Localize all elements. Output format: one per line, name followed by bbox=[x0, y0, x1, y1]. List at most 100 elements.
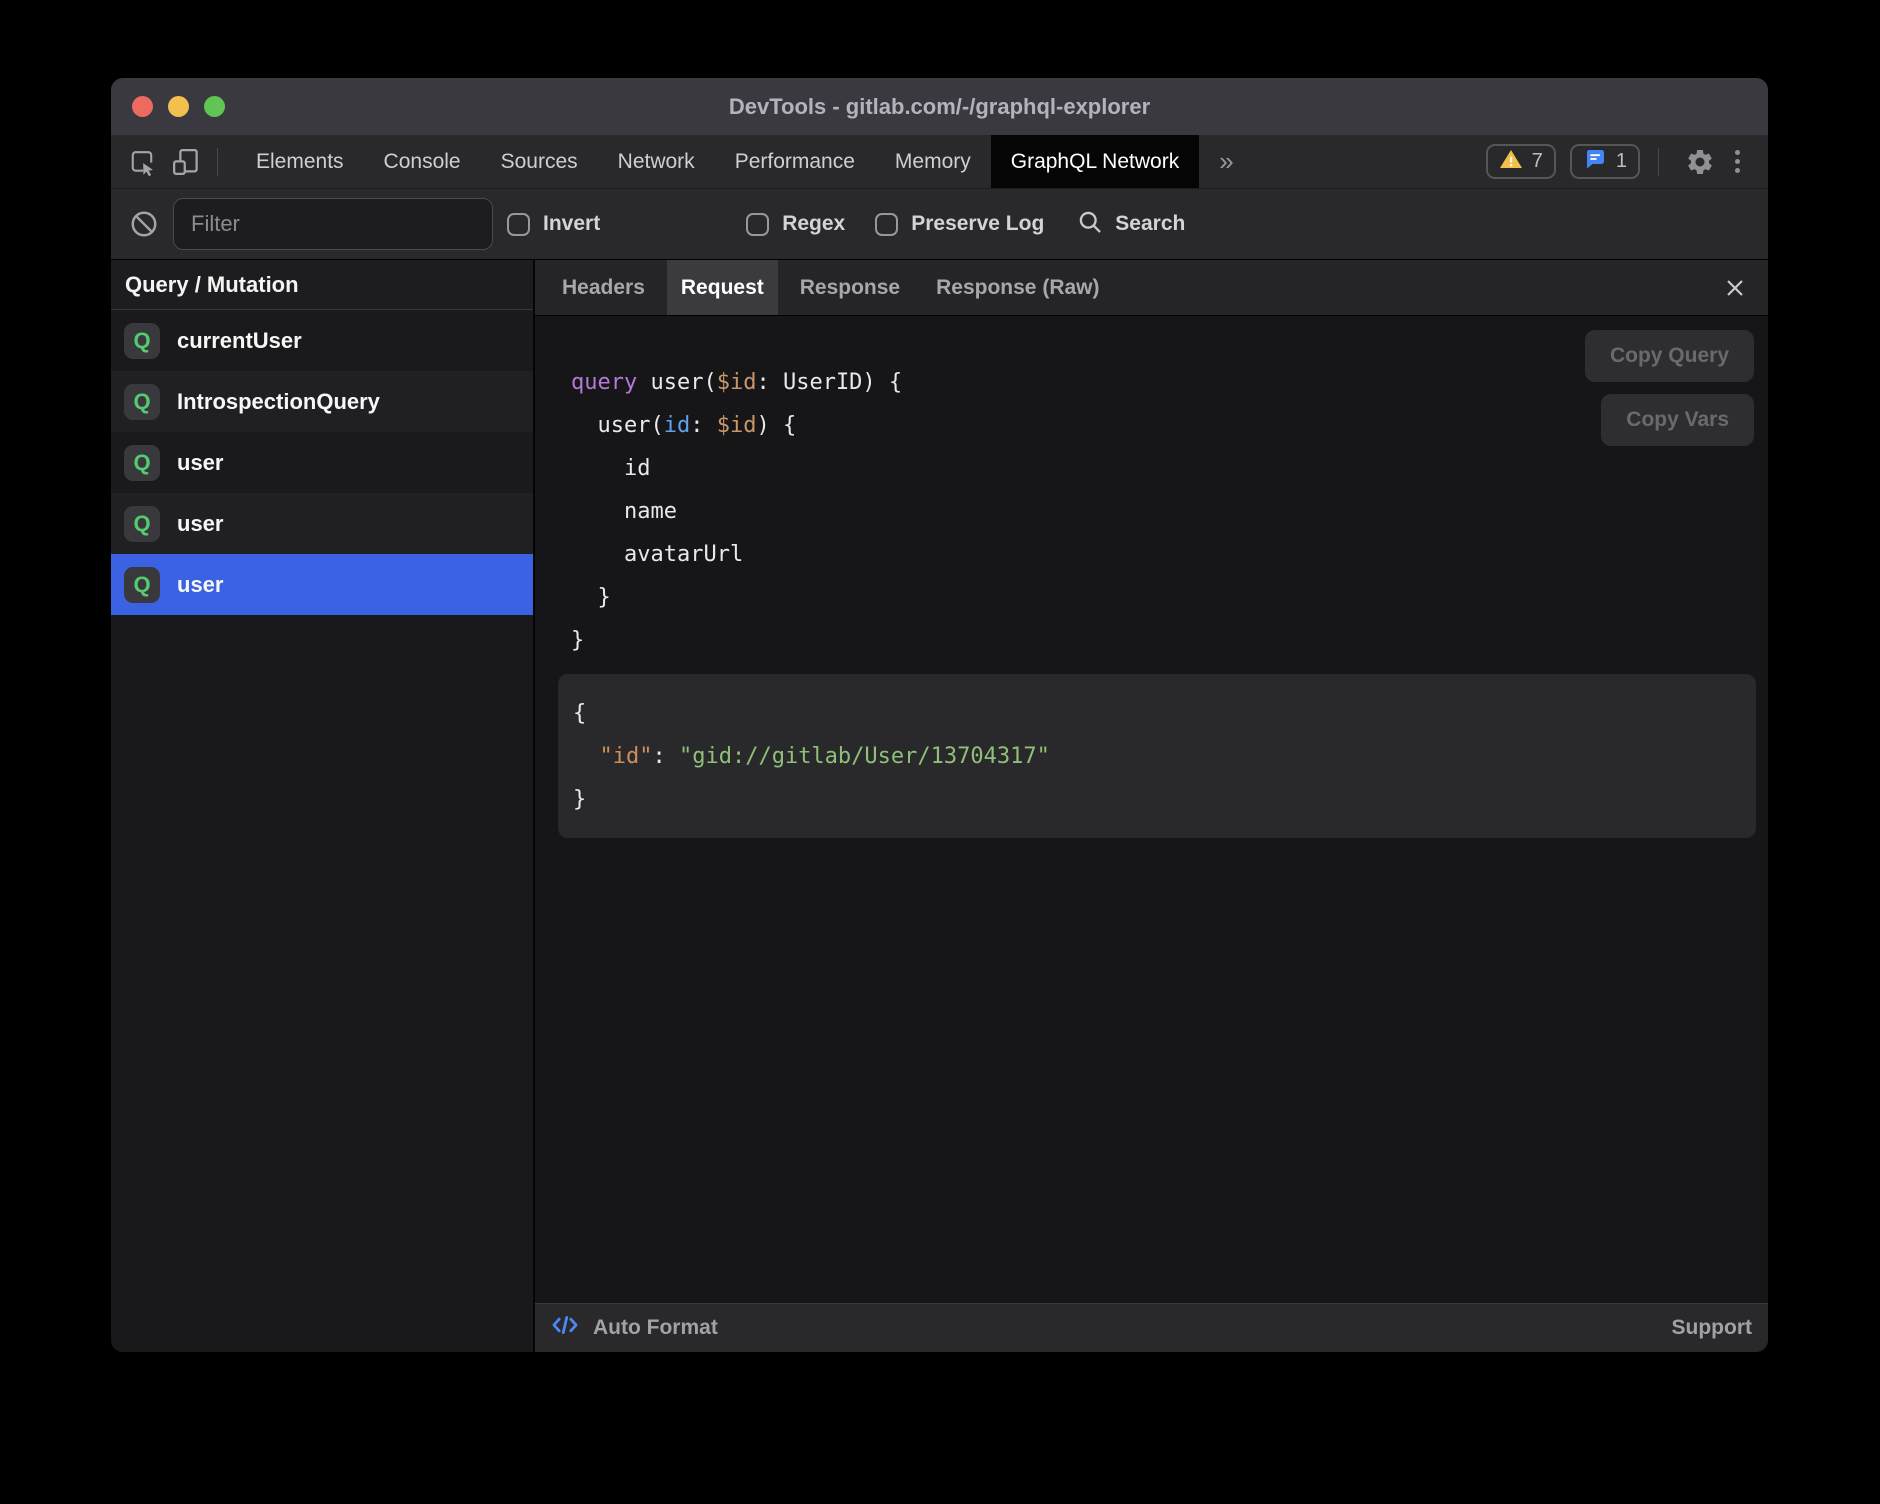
toolbar-tab-console[interactable]: Console bbox=[364, 135, 481, 188]
devtools-window: DevTools - gitlab.com/-/graphql-explorer… bbox=[111, 78, 1768, 1352]
titlebar: DevTools - gitlab.com/-/graphql-explorer bbox=[111, 78, 1768, 135]
request-tabs: Headers Request Response Response (Raw) bbox=[535, 260, 1768, 316]
toolbar-tab-label: Elements bbox=[256, 150, 344, 174]
code-format-icon bbox=[551, 1311, 579, 1345]
inspect-cursor-icon[interactable] bbox=[125, 144, 159, 180]
search-button[interactable]: Search bbox=[1076, 208, 1185, 241]
main-panel: Headers Request Response Response (Raw) … bbox=[535, 260, 1768, 1352]
settings-gear-icon[interactable] bbox=[1683, 144, 1717, 180]
close-traffic-light[interactable] bbox=[132, 96, 153, 117]
toolbar-tabs: Elements Console Sources Network Perform… bbox=[236, 135, 1199, 188]
query-list: Q currentUser Q IntrospectionQuery Q use… bbox=[111, 310, 533, 615]
panel-tab-label: Headers bbox=[562, 276, 645, 300]
devtools-toolbar: Elements Console Sources Network Perform… bbox=[111, 135, 1768, 189]
toolbar-tab-memory[interactable]: Memory bbox=[875, 135, 991, 188]
toolbar-tab-elements[interactable]: Elements bbox=[236, 135, 364, 188]
code-line: id bbox=[571, 447, 1768, 490]
filter-bar: Invert Regex Preserve Log Search bbox=[111, 189, 1768, 260]
panel-tab-label: Response (Raw) bbox=[936, 276, 1099, 300]
checkbox-box[interactable] bbox=[507, 213, 530, 236]
checkbox-box[interactable] bbox=[746, 213, 769, 236]
code-line: } bbox=[571, 619, 1768, 662]
toolbar-tab-sources[interactable]: Sources bbox=[481, 135, 598, 188]
panel-tab-request[interactable]: Request bbox=[667, 260, 778, 315]
request-body: query user($id: UserID) { user(id: $id) … bbox=[535, 316, 1768, 1303]
panel-footer: Auto Format Support bbox=[535, 1303, 1768, 1352]
search-icon bbox=[1076, 208, 1104, 241]
message-icon bbox=[1583, 147, 1607, 177]
auto-format-button[interactable]: Auto Format bbox=[551, 1311, 718, 1345]
toolbar-right-actions: 7 1 bbox=[1486, 135, 1768, 188]
code-line: } bbox=[573, 778, 1736, 821]
query-type-badge: Q bbox=[124, 445, 160, 481]
zoom-traffic-light[interactable] bbox=[204, 96, 225, 117]
query-type-badge: Q bbox=[124, 384, 160, 420]
filter-checkbox-group: Invert Regex Preserve Log bbox=[493, 212, 1044, 236]
copy-vars-button[interactable]: Copy Vars bbox=[1601, 394, 1754, 446]
more-tabs-chevron[interactable]: » bbox=[1199, 135, 1253, 188]
warning-badge[interactable]: 7 bbox=[1486, 144, 1556, 179]
toolbar-tab-label: Sources bbox=[501, 150, 578, 174]
toolbar-tab-performance[interactable]: Performance bbox=[715, 135, 875, 188]
toolbar-tab-label: Memory bbox=[895, 150, 971, 174]
query-list-item-user[interactable]: Q user bbox=[111, 493, 533, 554]
toolbar-separator bbox=[217, 148, 218, 176]
query-type-badge: Q bbox=[124, 506, 160, 542]
message-badge[interactable]: 1 bbox=[1570, 144, 1640, 179]
close-icon[interactable] bbox=[1720, 273, 1750, 303]
toolbar-tab-graphql-network[interactable]: GraphQL Network bbox=[991, 135, 1199, 188]
warning-count: 7 bbox=[1532, 150, 1543, 173]
panel-tab-headers[interactable]: Headers bbox=[548, 260, 659, 315]
checkbox-preserve-log[interactable]: Preserve Log bbox=[875, 212, 1044, 236]
query-name: user bbox=[177, 511, 223, 537]
toolbar-tab-label: GraphQL Network bbox=[1011, 150, 1179, 174]
panel-tab-response-raw[interactable]: Response (Raw) bbox=[922, 260, 1113, 315]
checkbox-label: Invert bbox=[543, 212, 600, 236]
query-list-item-user[interactable]: Q user bbox=[111, 554, 533, 615]
query-name: IntrospectionQuery bbox=[177, 389, 380, 415]
minimize-traffic-light[interactable] bbox=[168, 96, 189, 117]
query-list-item-introspectionquery[interactable]: Q IntrospectionQuery bbox=[111, 371, 533, 432]
filter-input[interactable] bbox=[173, 198, 493, 250]
toolbar-separator bbox=[1658, 148, 1659, 176]
code-line: name bbox=[571, 490, 1768, 533]
checkbox-regex[interactable]: Regex bbox=[746, 212, 845, 236]
toolbar-tab-label: Performance bbox=[735, 150, 855, 174]
query-name: currentUser bbox=[177, 328, 302, 354]
variables-box: { "id": "gid://gitlab/User/13704317"} bbox=[558, 674, 1756, 838]
auto-format-label: Auto Format bbox=[593, 1316, 718, 1340]
panel-tab-response[interactable]: Response bbox=[786, 260, 914, 315]
toolbar-tab-network[interactable]: Network bbox=[598, 135, 715, 188]
code-line: { bbox=[573, 692, 1736, 735]
checkbox-label: Preserve Log bbox=[911, 212, 1044, 236]
block-icon[interactable] bbox=[127, 207, 161, 241]
request-tabs-list: Headers Request Response Response (Raw) bbox=[544, 260, 1118, 315]
toolbar-tab-label: Console bbox=[384, 150, 461, 174]
checkbox-invert[interactable]: Invert bbox=[507, 212, 600, 236]
graphql-query-code: query user($id: UserID) { user(id: $id) … bbox=[571, 361, 1768, 662]
sidebar-header: Query / Mutation bbox=[111, 260, 533, 310]
code-line: "id": "gid://gitlab/User/13704317" bbox=[573, 735, 1736, 778]
search-label: Search bbox=[1115, 212, 1185, 236]
checkbox-label: Regex bbox=[782, 212, 845, 236]
query-name: user bbox=[177, 572, 223, 598]
query-type-badge: Q bbox=[124, 567, 160, 603]
code-line: user(id: $id) { bbox=[571, 404, 1768, 447]
panel-tab-label: Response bbox=[800, 276, 900, 300]
message-count: 1 bbox=[1616, 150, 1627, 173]
support-link[interactable]: Support bbox=[1672, 1316, 1752, 1340]
query-type-badge: Q bbox=[124, 323, 160, 359]
query-list-item-user[interactable]: Q user bbox=[111, 432, 533, 493]
device-toolbar-icon[interactable] bbox=[169, 144, 203, 180]
traffic-lights bbox=[132, 78, 225, 135]
window-title: DevTools - gitlab.com/-/graphql-explorer bbox=[729, 94, 1150, 120]
checkbox-box[interactable] bbox=[875, 213, 898, 236]
variables-code: { "id": "gid://gitlab/User/13704317"} bbox=[573, 692, 1736, 821]
panel-tab-label: Request bbox=[681, 276, 764, 300]
kebab-menu-icon[interactable] bbox=[1731, 146, 1744, 177]
code-line: } bbox=[571, 576, 1768, 619]
copy-query-button[interactable]: Copy Query bbox=[1585, 330, 1754, 382]
code-line: avatarUrl bbox=[571, 533, 1768, 576]
toolbar-tab-label: Network bbox=[618, 150, 695, 174]
query-list-item-currentuser[interactable]: Q currentUser bbox=[111, 310, 533, 371]
